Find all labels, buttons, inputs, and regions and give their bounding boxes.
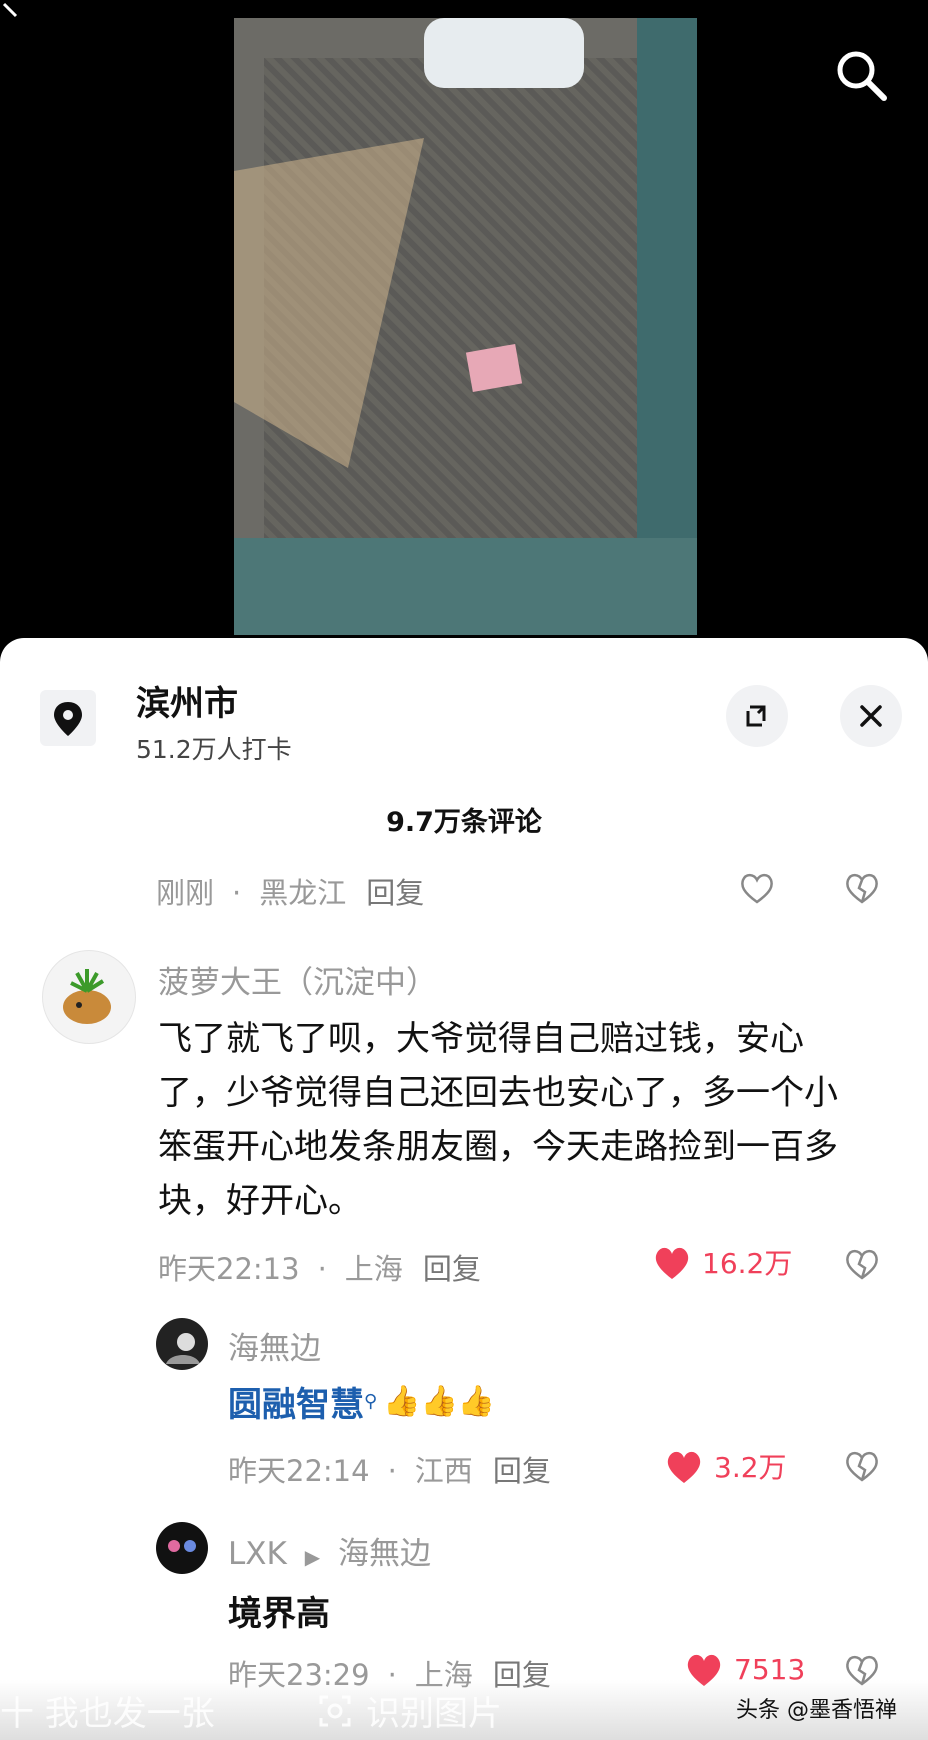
cloth [424, 18, 584, 88]
identify-image-label: 识别图片 [366, 1694, 502, 1734]
share-photo-button[interactable]: 十 我也发一张 [0, 1686, 215, 1735]
truck-rail-right [637, 18, 697, 578]
truck-rail-bottom [234, 538, 697, 635]
comment-region: 黑龙江 [259, 876, 347, 910]
thumbs-up-icon: 👍 [420, 1384, 458, 1419]
comment-time: 昨天22:13 [158, 1252, 300, 1286]
avatar[interactable] [42, 950, 136, 1044]
dislike-heart-icon[interactable] [842, 1244, 882, 1284]
comment-region: 江西 [414, 1454, 473, 1488]
like-button[interactable]: 16.2万 [652, 1242, 792, 1282]
reply-button[interactable]: 回复 [366, 876, 424, 910]
avatar[interactable] [156, 1522, 208, 1574]
comment-region: 上海 [344, 1252, 403, 1286]
comment-time: 昨天22:14 [228, 1454, 370, 1488]
comment-meta: 刚刚 · 黑龙江 回复 [156, 876, 425, 910]
comment-meta: 昨天22:14 · 江西 回复 [228, 1454, 551, 1488]
comment-author: LXK ▶ 海無边 [228, 1528, 431, 1573]
location-city[interactable]: 滨州市 [136, 676, 238, 725]
watermark: 头条 @墨香悟禅 [736, 1698, 897, 1723]
back-icon[interactable] [0, 0, 24, 24]
topic-link[interactable]: 圆融智慧 [228, 1377, 364, 1426]
expand-icon [746, 705, 766, 727]
post-photo[interactable] [234, 18, 697, 635]
comment-meta: 昨天22:13 · 上海 回复 [158, 1252, 481, 1286]
like-count: 3.2万 [714, 1451, 787, 1484]
close-icon [860, 705, 882, 727]
banknotes [465, 343, 523, 393]
comments-count: 9.7万条评论 [386, 807, 542, 838]
close-button[interactable] [840, 685, 902, 747]
comment-text: 境界高 [228, 1594, 330, 1634]
comment-time: 刚刚 [156, 876, 215, 910]
heart-icon [655, 1247, 689, 1279]
like-count: 16.2万 [702, 1247, 793, 1280]
comment-text: 飞了就飞了呗，大爷觉得自己赔过钱，安心了，少爷觉得自己还回去也安心了，多一个小笨… [158, 1019, 838, 1221]
reply-to-name[interactable]: 海無边 [338, 1536, 431, 1572]
checkin-count: 51.2万人打卡 [136, 735, 292, 764]
author-name[interactable]: LXK [228, 1536, 287, 1572]
comment-author[interactable]: 菠萝大王（沉淀中） [158, 957, 437, 1002]
reply-button[interactable]: 回复 [493, 1454, 551, 1488]
dislike-heart-icon[interactable] [842, 1446, 882, 1486]
search-mini-icon: ⚲ [364, 1391, 378, 1412]
avatar[interactable] [156, 1318, 208, 1370]
heart-icon[interactable] [737, 868, 777, 908]
thumbs-up-icon: 👍 [457, 1384, 496, 1419]
scan-icon [319, 1695, 351, 1726]
dislike-heart-icon[interactable] [842, 868, 882, 908]
thumbs-up-icon: 👍 [383, 1384, 421, 1419]
heart-icon [667, 1451, 701, 1483]
like-button[interactable]: 3.2万 [664, 1446, 787, 1486]
reply-button[interactable]: 回复 [423, 1252, 481, 1286]
search-icon[interactable] [832, 46, 892, 106]
identify-image-button[interactable]: 识别图片 [318, 1686, 502, 1735]
comment-text: 圆融智慧 ⚲ 👍 👍 👍 [228, 1377, 495, 1426]
location-pin-icon [40, 690, 96, 746]
comment-author[interactable]: 海無边 [228, 1323, 321, 1368]
reply-arrow-icon: ▶ [304, 1545, 321, 1569]
expand-button[interactable] [726, 685, 788, 747]
